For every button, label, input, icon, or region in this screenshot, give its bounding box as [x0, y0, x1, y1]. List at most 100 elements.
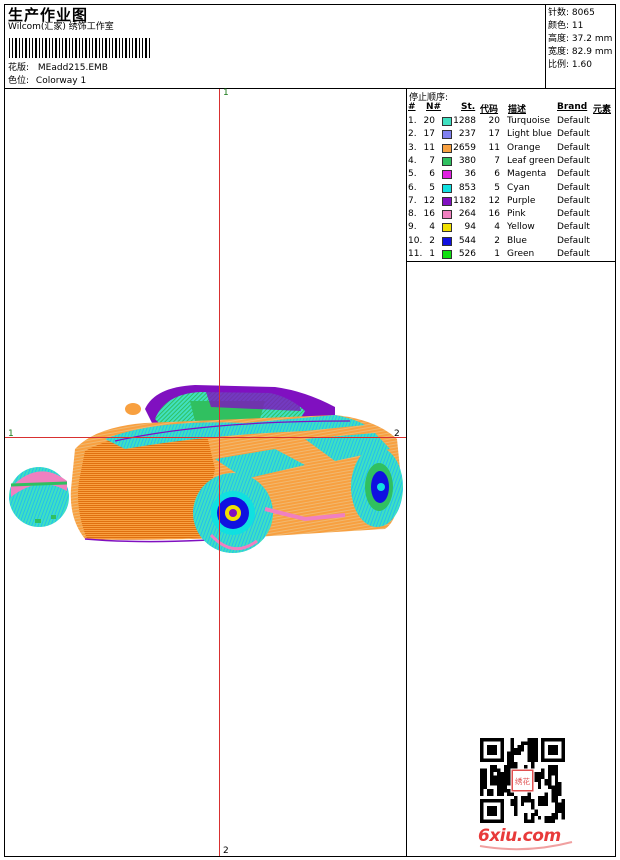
qr-cell	[531, 812, 535, 817]
row-needle: 12	[423, 195, 435, 206]
row-index: 9.	[408, 222, 417, 233]
qr-cell	[507, 772, 511, 776]
qr-cell	[537, 782, 542, 786]
qr-cell	[490, 812, 494, 817]
qr-cell	[554, 758, 559, 762]
qr-cell	[531, 755, 535, 759]
qr-cell	[554, 816, 559, 820]
qr-cell	[500, 748, 504, 752]
row-description: Pink	[507, 209, 526, 220]
col-header-desc: 描述	[508, 105, 527, 115]
qr-cell	[534, 738, 538, 742]
qr-cell	[500, 806, 504, 810]
qr-cell	[561, 812, 565, 817]
stat-label: 宽度:	[548, 47, 570, 57]
qr-cell	[554, 792, 559, 796]
qr-cell	[493, 778, 497, 783]
qr-cell	[551, 758, 555, 762]
row-index: 3.	[408, 142, 417, 153]
qr-cell	[483, 772, 487, 776]
row-stitches: 264	[458, 209, 476, 220]
row-needle: 7	[429, 155, 435, 166]
qr-cell	[548, 772, 552, 776]
qr-cell	[551, 795, 555, 800]
qr-cell	[514, 806, 518, 810]
qr-cell	[497, 792, 501, 796]
qr-cell	[480, 755, 484, 759]
barcode-bar	[25, 38, 27, 58]
qr-cell	[483, 768, 487, 772]
qr-cell	[548, 765, 552, 769]
color-swatch	[442, 236, 452, 246]
qr-cell	[558, 758, 562, 762]
qr-cell	[510, 755, 514, 759]
qr-cell	[500, 755, 504, 759]
qr-cell	[548, 758, 552, 762]
stat-value: 11	[571, 21, 584, 31]
row-description: Magenta	[507, 169, 547, 180]
qr-cell	[548, 748, 552, 752]
qr-cell	[561, 816, 565, 820]
qr-cell	[510, 748, 514, 752]
qr-cell	[544, 799, 548, 803]
qr-cell	[500, 816, 504, 820]
barcode-bar	[65, 38, 67, 58]
qr-cell	[531, 816, 535, 820]
qr-cell	[551, 819, 555, 823]
qr-cell	[500, 738, 504, 742]
qr-cell	[510, 765, 514, 769]
qr-cell	[534, 758, 538, 762]
barcode-bar	[79, 38, 80, 58]
color-swatch	[442, 117, 452, 126]
qr-cell	[480, 792, 484, 796]
design-value: MEadd215.EMB	[37, 63, 108, 73]
qr-cell	[520, 795, 525, 800]
qr-cell	[531, 744, 535, 749]
qr-cell	[554, 768, 559, 772]
row-code: 4	[494, 222, 500, 233]
qr-cell	[520, 748, 525, 752]
qr-cell	[486, 758, 491, 762]
row-needle: 17	[423, 129, 435, 140]
qr-seal-text: 绣花	[515, 776, 530, 786]
barcode-bar	[122, 38, 123, 58]
barcode-bar	[75, 38, 77, 58]
row-description: Cyan	[507, 182, 530, 193]
qr-cell	[558, 789, 562, 793]
qr-cell	[548, 768, 552, 772]
qr-cell	[554, 782, 559, 786]
qr-cell	[554, 744, 559, 749]
qr-cell	[503, 768, 508, 772]
qr-cell	[520, 799, 525, 803]
qr-cell	[527, 751, 531, 755]
qr-cell	[493, 768, 497, 772]
qr-cell	[534, 778, 538, 783]
qr-cell	[497, 799, 501, 803]
qr-cell	[480, 802, 484, 806]
barcode-bar	[85, 38, 87, 58]
qr-cell	[480, 789, 484, 793]
qr-cell	[500, 782, 504, 786]
qr-cell	[558, 809, 562, 813]
qr-cell	[503, 782, 508, 786]
qr-cell	[541, 748, 545, 752]
qr-cell	[497, 785, 501, 789]
qr-cell	[531, 806, 535, 810]
qr-cell	[554, 748, 559, 752]
qr-cell	[486, 789, 491, 793]
qr-cell	[493, 806, 497, 810]
qr-cell	[500, 812, 504, 817]
qr-cell	[554, 806, 559, 810]
qr-cell	[500, 802, 504, 806]
stat-row: 高度: 37.2 mm	[548, 31, 612, 44]
row-code: 17	[488, 129, 500, 140]
stat-label: 比例:	[548, 60, 570, 70]
qr-cell	[500, 789, 504, 793]
row-description: Leaf green	[507, 155, 555, 166]
qr-cell	[507, 768, 511, 772]
col-header-no: N#	[426, 102, 442, 112]
qr-cell	[544, 738, 548, 742]
qr-cell	[561, 758, 565, 762]
barcode-bar	[59, 38, 60, 58]
color-swatch	[442, 183, 452, 193]
